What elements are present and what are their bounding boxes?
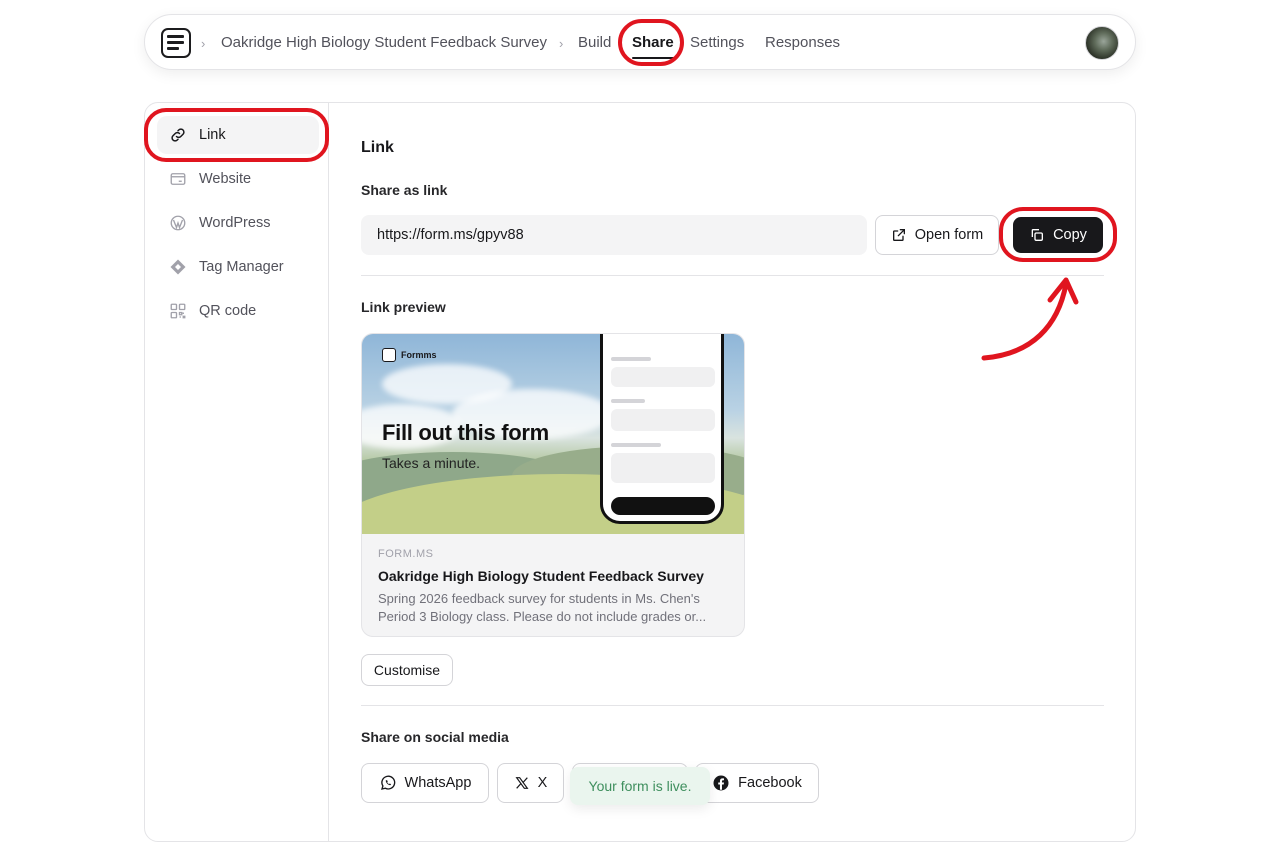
share-sidebar: Link Website WordPress Tag Manager QR co… [145, 103, 329, 841]
sidebar-item-label: Tag Manager [199, 259, 284, 275]
section-heading: Link [361, 139, 394, 156]
tab-share[interactable]: Share [632, 34, 674, 59]
whatsapp-share-button[interactable]: WhatsApp [361, 763, 489, 803]
open-form-button[interactable]: Open form [875, 215, 999, 255]
whatsapp-icon [380, 775, 395, 790]
phone-mockup [600, 334, 724, 524]
link-preview-card: Formms Fill out this form Takes a minute… [361, 333, 745, 637]
social-media-label: Share on social media [361, 729, 509, 745]
sidebar-item-wordpress[interactable]: WordPress [157, 204, 319, 242]
copy-label: Copy [1053, 227, 1087, 243]
preview-title: Oakridge High Biology Student Feedback S… [378, 568, 704, 584]
sidebar-item-link[interactable]: Link [157, 116, 319, 154]
diamond-icon [170, 259, 186, 275]
preview-domain: FORM.MS [378, 548, 434, 560]
breadcrumb-chevron-icon: › [201, 36, 206, 51]
tab-build[interactable]: Build [578, 34, 611, 51]
x-label: X [537, 775, 548, 791]
whatsapp-label: WhatsApp [404, 775, 472, 791]
divider [361, 705, 1104, 706]
preview-description: Spring 2026 feedback survey for students… [378, 591, 700, 606]
breadcrumb-chevron-icon: › [559, 36, 564, 51]
sidebar-item-label: Website [199, 171, 252, 187]
facebook-share-button[interactable]: Facebook [695, 763, 819, 803]
x-logo-icon [515, 777, 529, 789]
preview-image: Formms Fill out this form Takes a minute… [362, 334, 744, 534]
external-link-icon [892, 229, 905, 241]
tab-settings[interactable]: Settings [690, 34, 744, 51]
facebook-icon [713, 775, 729, 791]
sidebar-item-label: Link [199, 127, 226, 143]
formms-logo: Formms [382, 348, 437, 362]
x-share-button[interactable]: X [497, 763, 564, 803]
top-nav-bar: › Oakridge High Biology Student Feedback… [144, 14, 1136, 70]
customise-button[interactable]: Customise [361, 654, 453, 686]
annotation-arrow-icon [981, 277, 1079, 361]
user-avatar[interactable] [1085, 26, 1119, 60]
wordpress-icon [170, 215, 186, 231]
sidebar-item-label: QR code [199, 303, 257, 319]
share-as-link-label: Share as link [361, 182, 448, 198]
sidebar-item-label: WordPress [199, 215, 271, 231]
tab-responses[interactable]: Responses [765, 34, 840, 51]
facebook-label: Facebook [738, 775, 802, 791]
preview-description: Period 3 Biology class. Please do not in… [378, 609, 707, 624]
customise-label: Customise [373, 662, 441, 678]
app-logo-icon[interactable] [161, 28, 191, 58]
sidebar-item-website[interactable]: Website [157, 160, 319, 198]
copy-button[interactable]: Copy [1013, 217, 1103, 253]
qr-icon [170, 303, 186, 319]
link-preview-label: Link preview [361, 299, 446, 315]
share-panel: Link Website WordPress Tag Manager QR co… [144, 102, 1136, 842]
sidebar-item-tag-manager[interactable]: Tag Manager [157, 248, 319, 286]
breadcrumb-form-title[interactable]: Oakridge High Biology Student Feedback S… [221, 34, 547, 51]
preview-meta: FORM.MS Oakridge High Biology Student Fe… [378, 548, 734, 626]
link-icon [171, 128, 185, 142]
share-url-field[interactable]: https://form.ms/gpyv88 [361, 215, 867, 255]
preview-subline: Takes a minute. [382, 455, 481, 471]
sidebar-item-qr-code[interactable]: QR code [157, 292, 319, 330]
preview-headline: Fill out this form [382, 420, 549, 445]
open-form-label: Open form [914, 227, 984, 243]
window-icon [170, 173, 186, 185]
status-toast: Your form is live. [570, 767, 710, 805]
copy-icon [1031, 229, 1044, 241]
preview-brand: Formms [401, 350, 437, 360]
